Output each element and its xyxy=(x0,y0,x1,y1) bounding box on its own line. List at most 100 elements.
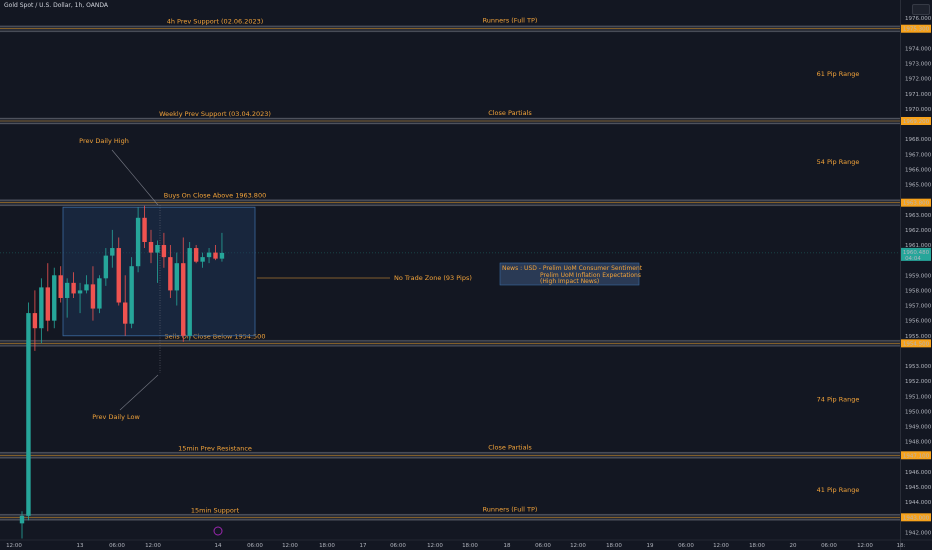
time-tick-label: 13 xyxy=(77,543,84,549)
candle-body xyxy=(219,252,225,259)
prev-daily-high-arrow xyxy=(111,149,159,206)
level-price-tag-label: 1947.100 xyxy=(903,453,930,459)
level-right-label: Close Partials xyxy=(488,109,532,117)
time-tick-label: 06:00 xyxy=(678,543,694,549)
level-left-label: 15min Prev Resistance xyxy=(178,444,252,452)
price-tick-label: 1970.000 xyxy=(905,107,932,113)
price-tick-label: 1967.000 xyxy=(905,152,932,158)
candle-body xyxy=(181,263,186,336)
no-trade-zone[interactable] xyxy=(62,206,256,337)
price-tick-label: 1973.000 xyxy=(905,62,932,68)
time-tick-label: 06:00 xyxy=(535,543,551,549)
candle-body xyxy=(123,302,128,324)
price-axis-labels: 1976.000 1974.000 1973.000 1972.000 1971.000… xyxy=(901,16,932,536)
price-tick-label: 1948.000 xyxy=(905,440,932,446)
candle-body xyxy=(174,263,179,291)
candle-body xyxy=(58,275,63,298)
range-label: 54 Pip Range xyxy=(817,158,860,166)
prev-daily-high-label: Prev Daily High xyxy=(79,137,129,145)
time-tick-label: 12:00 xyxy=(570,543,586,549)
chart-canvas[interactable]: 4h Prev Support (02.06.2023) Runners (Ful… xyxy=(0,0,932,550)
bar-countdown-label: 04:04 xyxy=(905,256,921,262)
candle-body xyxy=(155,245,160,253)
time-tick-label: 06:00 xyxy=(390,543,406,549)
level-right-label: Runners (Full TP) xyxy=(483,17,538,25)
candle-body xyxy=(45,287,50,321)
time-tick-label: 12:00 xyxy=(6,543,22,549)
candle-body xyxy=(97,278,102,309)
candle-body xyxy=(135,217,141,267)
time-tick-label: 06:00 xyxy=(821,543,837,549)
price-tick-label: 1949.000 xyxy=(905,425,932,431)
price-tick-label: 1951.000 xyxy=(905,394,932,400)
candle-body xyxy=(19,515,25,524)
candle-body xyxy=(168,257,173,291)
time-tick-label: 12:00 xyxy=(427,543,443,549)
time-tick-label: 06:00 xyxy=(109,543,125,549)
candle-body xyxy=(39,287,44,329)
time-tick-label: 12:00 xyxy=(713,543,729,549)
time-tick-label: 18:00 xyxy=(319,543,335,549)
level-left-label: Weekly Prev Support (03.04.2023) xyxy=(159,110,271,118)
candle-body xyxy=(116,248,121,303)
candle-body xyxy=(187,248,192,336)
price-tick-label: 1952.000 xyxy=(905,379,932,385)
no-trade-zone-label: No Trade Zone (93 Pips) xyxy=(394,274,472,282)
price-tick-label: 1945.000 xyxy=(905,485,932,491)
candle-body xyxy=(26,313,31,516)
time-tick-label: 14 xyxy=(215,543,222,549)
level-left-label: 4h Prev Support (02.06.2023) xyxy=(167,18,264,26)
price-tick-label: 1974.000 xyxy=(905,46,932,52)
time-tick-label: 06:00 xyxy=(247,543,263,549)
level-left-label: 15min Support xyxy=(191,506,240,514)
price-tick-label: 1957.000 xyxy=(905,304,932,310)
price-tick-label: 1972.000 xyxy=(905,77,932,83)
level-left-label: Buys On Close Above 1963.800 xyxy=(164,192,266,200)
level-price-tag-label: 1963.800 xyxy=(903,201,930,207)
price-tick-label: 1971.000 xyxy=(905,92,932,98)
candle-body xyxy=(142,217,147,243)
time-tick-label: 18 xyxy=(504,543,511,549)
level-price-tag-label: 1954.500 xyxy=(903,341,930,347)
price-tick-label: 1958.000 xyxy=(905,288,932,294)
price-tick-label: 1962.000 xyxy=(905,228,932,234)
candle-body xyxy=(90,284,96,309)
event-marker-icon xyxy=(213,526,223,536)
price-tick-label: 1953.000 xyxy=(905,364,932,370)
price-tick-label: 1968.000 xyxy=(905,137,932,143)
price-tick-label: 1963.000 xyxy=(905,213,932,219)
level-right-label: Close Partials xyxy=(488,443,532,451)
candle-body xyxy=(213,252,218,259)
level-right-label: Runners (Full TP) xyxy=(483,505,538,513)
time-tick-label: 18:00 xyxy=(749,543,765,549)
time-axis-labels: 12:00 13 06:00 12:00 14 06:00 12:00 18:00 17 06:0… xyxy=(0,539,932,549)
prev-daily-low-label: Prev Daily Low xyxy=(92,413,140,421)
candle-body xyxy=(77,290,83,294)
time-tick-label: 12:00 xyxy=(282,543,298,549)
candle-body xyxy=(200,257,205,262)
time-tick-label: 17 xyxy=(360,543,367,549)
candle-body xyxy=(148,242,154,253)
price-tick-label: 1976.000 xyxy=(905,16,932,22)
candle-body xyxy=(206,252,212,258)
time-tick-label: 19 xyxy=(647,543,654,549)
prev-daily-low-arrow xyxy=(119,374,159,411)
range-label: 74 Pip Range xyxy=(817,395,860,403)
candle-body xyxy=(110,248,115,256)
candle-body xyxy=(103,255,109,279)
range-label: 61 Pip Range xyxy=(817,70,860,78)
candle-body xyxy=(129,266,134,324)
time-tick-label: 12:00 xyxy=(857,543,873,549)
candle-body xyxy=(32,313,38,329)
price-tick-label: 1956.000 xyxy=(905,319,932,325)
time-tick-label: 18:00 xyxy=(462,543,478,549)
candle-body xyxy=(84,284,89,291)
candle-body xyxy=(64,282,70,298)
price-tick-label: 1966.000 xyxy=(905,167,932,173)
price-tick-label: 1950.000 xyxy=(905,409,932,415)
time-tick-label: 18:00 xyxy=(606,543,622,549)
candle-body xyxy=(52,275,57,321)
range-label: 41 Pip Range xyxy=(817,486,860,494)
price-tick-label: 1942.000 xyxy=(905,530,932,536)
candle-body xyxy=(193,248,199,262)
